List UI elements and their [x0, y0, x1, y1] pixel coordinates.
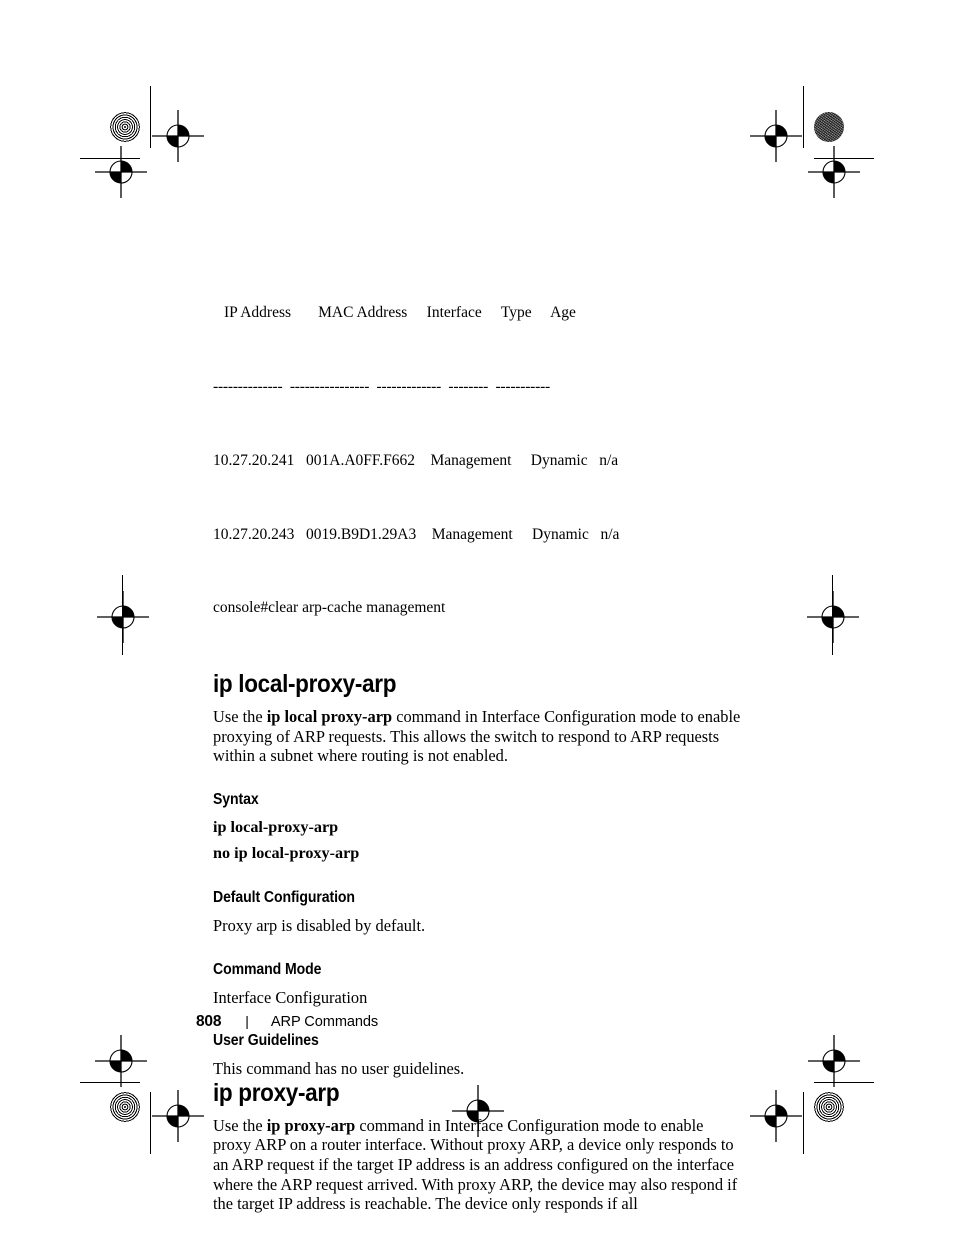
user-guidelines-text: This command has no user guidelines.: [213, 1059, 465, 1079]
cli-table-row: 10.27.20.243 0019.B9D1.29A3 Management D…: [213, 525, 620, 543]
manual-page: IP Address MAC Address Interface Type Ag…: [0, 0, 954, 1235]
command-title-ip-local-proxy-arp: ip local-proxy-arp: [213, 670, 397, 699]
description-command-bold: ip proxy-arp: [266, 1115, 356, 1135]
cli-output-block: IP Address MAC Address Interface Type Ag…: [213, 252, 743, 670]
page-content: IP Address MAC Address Interface Type Ag…: [213, 252, 743, 1214]
footer-section-name: ARP Commands: [270, 1014, 379, 1030]
page-number: 808: [196, 1013, 222, 1030]
command-title-ip-proxy-arp: ip proxy-arp: [213, 1078, 340, 1107]
section-heading-syntax: Syntax: [213, 790, 259, 808]
section-heading-user-guidelines: User Guidelines: [213, 1032, 319, 1050]
syntax-line: no ip local-proxy-arp: [213, 844, 360, 863]
command-mode-text: Interface Configuration: [213, 987, 368, 1007]
section-heading-command-mode: Command Mode: [213, 960, 322, 978]
footer-separator: |: [245, 1013, 249, 1029]
cli-table-row: 10.27.20.241 001A.A0FF.F662 Management D…: [213, 451, 619, 469]
section-heading-default-configuration: Default Configuration: [213, 889, 355, 907]
description-prefix: Use the: [213, 1115, 267, 1135]
page-footer: 808 | ARP Commands: [196, 1013, 378, 1031]
cli-prompt-line: console#clear arp-cache management: [213, 599, 446, 617]
syntax-line: ip local-proxy-arp: [213, 817, 339, 836]
cli-table-rule: -------------- ---------------- --------…: [213, 377, 551, 395]
description-command-bold: ip local proxy-arp: [266, 707, 393, 727]
default-configuration-text: Proxy arp is disabled by default.: [213, 916, 426, 936]
command-description: Use the ip proxy-arp command in Interfac…: [213, 1116, 743, 1214]
command-description: Use the ip local proxy-arp command in In…: [213, 707, 743, 766]
description-prefix: Use the: [213, 707, 267, 727]
cli-table-header: IP Address MAC Address Interface Type Ag…: [224, 304, 576, 322]
